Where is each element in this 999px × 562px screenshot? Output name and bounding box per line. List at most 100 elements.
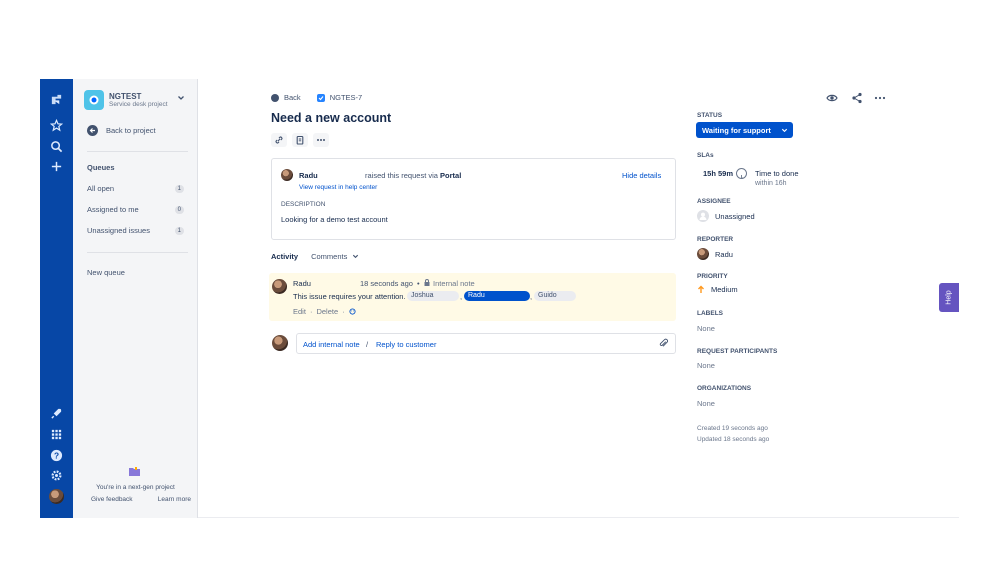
request-participants-label: REQUEST PARTICIPANTS <box>697 348 778 355</box>
user-avatar[interactable] <box>49 489 64 504</box>
activity-header: Activity Comments <box>271 252 359 261</box>
share-icon[interactable] <box>851 91 863 104</box>
project-type: Service desk project <box>109 101 168 108</box>
mention-guido[interactable]: Guido <box>534 291 576 301</box>
separator: , <box>460 292 463 301</box>
jira-logo-icon[interactable] <box>49 92 64 107</box>
back-arrow-icon <box>87 125 98 136</box>
priority-field[interactable]: Medium <box>697 285 738 294</box>
queue-count: 0 <box>174 205 184 214</box>
star-icon[interactable] <box>49 118 64 133</box>
next-gen-folder-icon <box>129 467 140 476</box>
mention-radu[interactable]: Radu <box>464 291 530 301</box>
organizations-label: ORGANIZATIONS <box>697 385 752 392</box>
request-participants-value[interactable]: None <box>697 361 715 370</box>
labels-value[interactable]: None <box>697 324 715 333</box>
labels-label: LABELS <box>697 310 723 317</box>
chevron-down-icon <box>353 254 359 259</box>
reporter-field[interactable]: Radu <box>697 248 733 260</box>
internal-note-badge: Internal note <box>433 279 475 288</box>
more-icon[interactable] <box>874 91 886 103</box>
sla-remaining: 15h 59m <box>703 169 734 178</box>
comment-author-avatar <box>272 279 287 294</box>
status-dropdown[interactable]: Waiting for support <box>696 122 793 138</box>
app-switcher-icon[interactable] <box>49 427 64 442</box>
project-avatar[interactable] <box>84 90 104 110</box>
current-user-avatar <box>272 335 288 351</box>
clock-icon <box>736 168 747 179</box>
project-sidebar: NGTEST Service desk project Back to proj… <box>73 79 198 518</box>
help-button[interactable]: Help <box>939 283 959 312</box>
description-label: DESCRIPTION <box>281 201 326 208</box>
queue-label: All open <box>87 184 115 193</box>
separator: / <box>366 340 369 349</box>
next-gen-notice: You're in a next-gen project <box>96 484 175 491</box>
reporter-name[interactable]: Radu <box>299 171 318 180</box>
divider <box>87 252 188 253</box>
description-text[interactable]: Looking for a demo test account <box>281 215 388 224</box>
assignee-field[interactable]: Unassigned <box>697 210 755 222</box>
add-reaction-icon[interactable] <box>349 308 356 315</box>
separator: · <box>342 307 345 316</box>
delete-comment-link[interactable]: Delete <box>316 307 338 316</box>
slas-label: SLAs <box>697 152 714 159</box>
comment-text: This issue requires your attention. <box>293 292 406 301</box>
back-to-project-link[interactable]: Back to project <box>87 125 156 136</box>
internal-note-comment: Radu 18 seconds ago • Internal note This… <box>269 273 676 321</box>
link-issue-button[interactable] <box>271 133 287 147</box>
issue-key[interactable]: NGTES-7 <box>330 93 363 102</box>
chevron-down-icon <box>781 128 787 132</box>
rocket-icon[interactable] <box>49 406 64 421</box>
edit-comment-link[interactable]: Edit <box>293 307 306 316</box>
more-actions-button[interactable] <box>313 133 329 147</box>
chevron-down-icon[interactable] <box>177 94 185 102</box>
queue-label: Assigned to me <box>87 205 139 214</box>
lock-icon <box>424 279 430 286</box>
breadcrumb-back[interactable]: Back <box>284 93 301 102</box>
search-icon[interactable] <box>49 139 64 154</box>
activity-filter-dropdown[interactable]: Comments <box>311 252 359 261</box>
queue-item-assigned-to-me[interactable]: Assigned to me 0 <box>87 205 184 214</box>
divider <box>87 151 188 152</box>
reply-to-customer-link[interactable]: Reply to customer <box>376 340 436 349</box>
plus-icon[interactable] <box>49 159 64 174</box>
paperclip-icon[interactable] <box>658 338 669 349</box>
separator: • <box>417 279 420 288</box>
comment-composer[interactable]: Add internal note / Reply to customer <box>296 333 676 354</box>
queue-item-all-open[interactable]: All open 1 <box>87 184 184 193</box>
arrow-up-icon <box>698 285 704 293</box>
app-frame: ? NGTEST Service desk project Back to pr… <box>40 79 959 518</box>
link-icon <box>275 136 283 144</box>
status-label: STATUS <box>697 112 723 119</box>
queue-item-unassigned-issues[interactable]: Unassigned issues 1 <box>87 226 184 235</box>
more-icon <box>317 139 325 141</box>
mention-joshua[interactable]: Joshua <box>407 291 459 301</box>
issue-title[interactable]: Need a new account <box>271 111 391 125</box>
give-feedback-link[interactable]: Give feedback <box>91 496 133 503</box>
reporter-label: REPORTER <box>697 236 734 243</box>
separator: · <box>309 307 313 316</box>
assignee-label: ASSIGNEE <box>697 198 731 205</box>
watch-icon[interactable] <box>826 91 838 103</box>
back-to-project-label: Back to project <box>106 126 156 135</box>
learn-more-link[interactable]: Learn more <box>158 496 191 503</box>
settings-icon[interactable] <box>49 468 64 483</box>
organizations-value[interactable]: None <box>697 399 715 408</box>
raised-via-text: raised this request via Portal <box>365 171 462 180</box>
comment-author[interactable]: Radu <box>293 279 311 288</box>
new-queue-link[interactable]: New queue <box>87 268 125 277</box>
svg-text:?: ? <box>54 450 59 460</box>
attach-button[interactable] <box>292 133 308 147</box>
add-internal-note-link[interactable]: Add internal note <box>303 340 360 349</box>
help-icon[interactable]: ? <box>49 448 64 463</box>
queues-heading: Queues <box>87 163 115 172</box>
hide-details-button[interactable]: Hide details <box>622 171 661 180</box>
clipboard-icon <box>296 135 304 145</box>
sla-target: within 16h <box>755 180 787 187</box>
activity-label: Activity <box>271 252 299 261</box>
project-name[interactable]: NGTEST <box>109 92 141 101</box>
unassigned-avatar-icon <box>697 210 709 222</box>
comment-timestamp: 18 seconds ago <box>360 279 413 288</box>
view-request-link[interactable]: View request in help center <box>299 184 377 191</box>
separator: , <box>530 292 533 301</box>
